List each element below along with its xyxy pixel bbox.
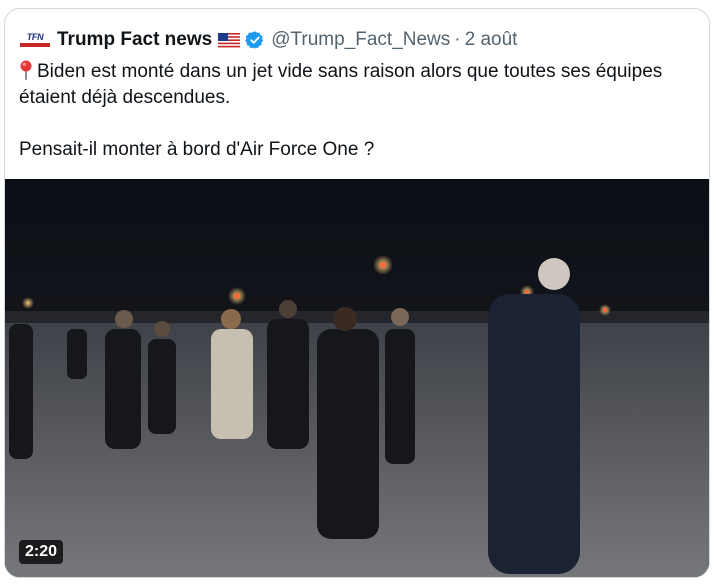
account-name[interactable]: Trump Fact news (57, 29, 212, 51)
tweet-date[interactable]: 2 août (465, 29, 518, 51)
avatar-logo-bar (20, 43, 50, 47)
tweet-header: TFN Trump Fact news @Trump_Fact_News · 2… (19, 28, 517, 52)
us-flag-icon (218, 32, 241, 48)
tweet-paragraph-1: Biden est monté dans un jet vide sans ra… (19, 59, 699, 111)
avatar-logo-text: TFN (26, 32, 44, 42)
video-player[interactable]: 2:20 (5, 179, 709, 577)
separator-dot: · (454, 29, 461, 50)
verified-badge-icon (245, 31, 264, 49)
tweet-card[interactable]: TFN Trump Fact news @Trump_Fact_News · 2… (4, 8, 710, 578)
video-frame (5, 179, 709, 577)
tweet-text: Biden est monté dans un jet vide sans ra… (19, 59, 699, 163)
account-handle[interactable]: @Trump_Fact_News (271, 29, 450, 51)
tweet-line-1: Biden est monté dans un jet vide sans ra… (19, 61, 663, 108)
avatar[interactable]: TFN (19, 30, 51, 50)
tweet-line-2: Pensait-il monter à bord d'Air Force One… (19, 139, 375, 160)
round-pushpin-icon (20, 60, 32, 80)
video-duration-badge: 2:20 (19, 540, 64, 564)
